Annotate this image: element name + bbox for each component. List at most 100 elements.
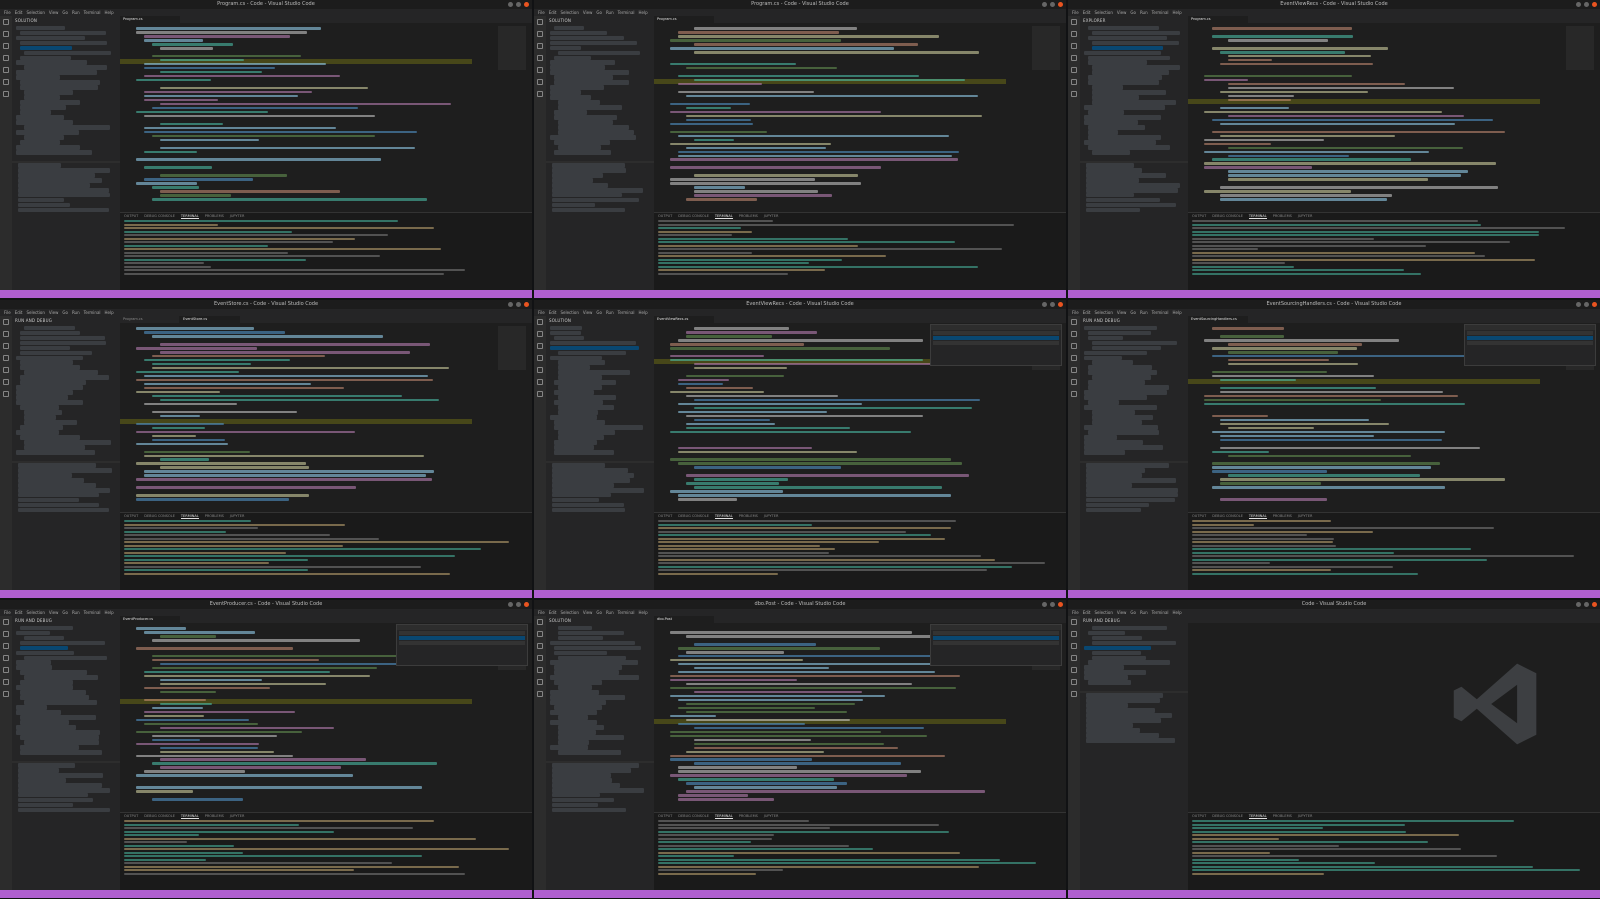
tree-item[interactable] xyxy=(1088,330,1151,335)
tree-item[interactable] xyxy=(554,420,605,425)
menu-item[interactable]: Edit xyxy=(549,9,557,16)
gear-icon[interactable] xyxy=(3,91,9,97)
tree-item[interactable] xyxy=(554,450,614,455)
tree-item[interactable] xyxy=(554,110,587,115)
files-icon[interactable] xyxy=(537,319,543,325)
breakpoint-item[interactable] xyxy=(18,198,64,203)
breakpoint-item[interactable] xyxy=(1086,733,1159,738)
tree-item[interactable] xyxy=(550,355,602,360)
files-icon[interactable] xyxy=(537,19,543,25)
panel-tab[interactable]: OUTPUT xyxy=(658,213,672,219)
breakpoint-item[interactable] xyxy=(552,793,600,798)
menu-item[interactable]: Selection xyxy=(26,609,44,616)
breakpoint-item[interactable] xyxy=(552,778,612,783)
panel-tab[interactable]: TERMINAL xyxy=(714,213,733,219)
tree-item[interactable] xyxy=(16,710,61,715)
tree-item[interactable] xyxy=(550,660,638,665)
tree-item[interactable] xyxy=(16,430,59,435)
menu-item[interactable]: View xyxy=(583,609,593,616)
tree-item[interactable] xyxy=(16,730,100,735)
panel-tab[interactable]: DEBUG CONSOLE xyxy=(678,813,709,819)
panel-tab[interactable]: PROBLEMS xyxy=(739,213,758,219)
gear-icon[interactable] xyxy=(3,691,9,697)
tree-item[interactable] xyxy=(550,720,597,725)
menu-item[interactable]: Go xyxy=(62,609,68,616)
tree-item[interactable] xyxy=(554,75,613,80)
breakpoint-item[interactable] xyxy=(1086,703,1128,708)
menu-item[interactable]: Terminal xyxy=(618,309,635,316)
menu-item[interactable]: View xyxy=(1117,309,1127,316)
breakpoint-item[interactable] xyxy=(552,198,639,203)
tree-item[interactable] xyxy=(1088,55,1170,60)
menu-item[interactable]: Run xyxy=(1140,9,1148,16)
search-icon[interactable] xyxy=(537,331,543,337)
tree-item[interactable] xyxy=(20,80,100,85)
tree-item[interactable] xyxy=(1092,100,1176,105)
breakpoint-item[interactable] xyxy=(1086,208,1140,213)
account-icon[interactable] xyxy=(3,379,9,385)
breakpoint-item[interactable] xyxy=(18,768,59,773)
panel-tab[interactable]: PROBLEMS xyxy=(205,513,224,519)
tree-item[interactable] xyxy=(16,650,74,655)
tree-item[interactable] xyxy=(24,635,64,640)
results-row[interactable] xyxy=(933,336,1059,340)
tree-item[interactable] xyxy=(558,375,602,380)
account-icon[interactable] xyxy=(3,79,9,85)
tree-item[interactable] xyxy=(24,325,75,330)
tree-item[interactable] xyxy=(1092,150,1130,155)
panel-tab[interactable]: DEBUG CONSOLE xyxy=(678,513,709,519)
maximize-icon[interactable] xyxy=(1584,302,1589,307)
files-icon[interactable] xyxy=(3,619,9,625)
menu-item[interactable]: Terminal xyxy=(1152,609,1169,616)
tree-item[interactable] xyxy=(554,670,619,675)
breakpoint-item[interactable] xyxy=(552,203,595,208)
tree-item[interactable] xyxy=(20,335,105,340)
tree-item[interactable] xyxy=(20,405,59,410)
breakpoint-item[interactable] xyxy=(18,493,99,498)
panel-tab[interactable]: DEBUG CONSOLE xyxy=(1212,813,1243,819)
tree-item[interactable] xyxy=(550,95,591,100)
menu-item[interactable]: Terminal xyxy=(618,609,635,616)
menu-item[interactable]: Terminal xyxy=(84,9,101,16)
tree-item[interactable] xyxy=(550,695,625,700)
breakpoint-item[interactable] xyxy=(552,468,628,473)
menu-item[interactable]: Selection xyxy=(560,609,578,616)
tree-item[interactable] xyxy=(1092,640,1176,645)
breakpoint-item[interactable] xyxy=(18,773,103,778)
menu-item[interactable]: Selection xyxy=(26,9,44,16)
run-debug-icon[interactable] xyxy=(537,655,543,661)
tree-item[interactable] xyxy=(16,660,51,665)
tree-item[interactable] xyxy=(1084,450,1125,455)
breakpoint-item[interactable] xyxy=(552,493,611,498)
account-icon[interactable] xyxy=(537,679,543,685)
tree-item[interactable] xyxy=(554,55,591,60)
editor-area[interactable] xyxy=(1188,616,1600,812)
tree-item[interactable] xyxy=(550,690,599,695)
tree-item[interactable] xyxy=(558,435,604,440)
tree-item[interactable] xyxy=(1084,445,1163,450)
source-control-icon[interactable] xyxy=(537,43,543,49)
account-icon[interactable] xyxy=(537,379,543,385)
panel-tab[interactable]: TERMINAL xyxy=(180,513,199,519)
tree-item[interactable] xyxy=(24,410,62,415)
breakpoint-item[interactable] xyxy=(18,798,93,803)
breakpoint-item[interactable] xyxy=(1086,693,1163,698)
panel-tab[interactable]: PROBLEMS xyxy=(739,513,758,519)
tree-item[interactable] xyxy=(20,330,80,335)
tree-item[interactable] xyxy=(24,415,56,420)
tree-item[interactable] xyxy=(550,70,629,75)
tree-item[interactable] xyxy=(1084,50,1161,55)
breakpoint-item[interactable] xyxy=(552,163,625,168)
tree-item[interactable] xyxy=(24,50,111,55)
breakpoint-item[interactable] xyxy=(552,773,611,778)
menu-item[interactable]: Selection xyxy=(1094,9,1112,16)
tree-item[interactable] xyxy=(1084,425,1158,430)
tree-item[interactable] xyxy=(554,400,603,405)
minimize-icon[interactable] xyxy=(1042,602,1047,607)
tree-item[interactable] xyxy=(558,685,592,690)
breakpoint-item[interactable] xyxy=(1086,723,1133,728)
breakpoint-item[interactable] xyxy=(1086,473,1142,478)
tree-item[interactable] xyxy=(20,715,96,720)
tree-item[interactable] xyxy=(1084,115,1161,120)
breakpoint-item[interactable] xyxy=(18,208,109,213)
